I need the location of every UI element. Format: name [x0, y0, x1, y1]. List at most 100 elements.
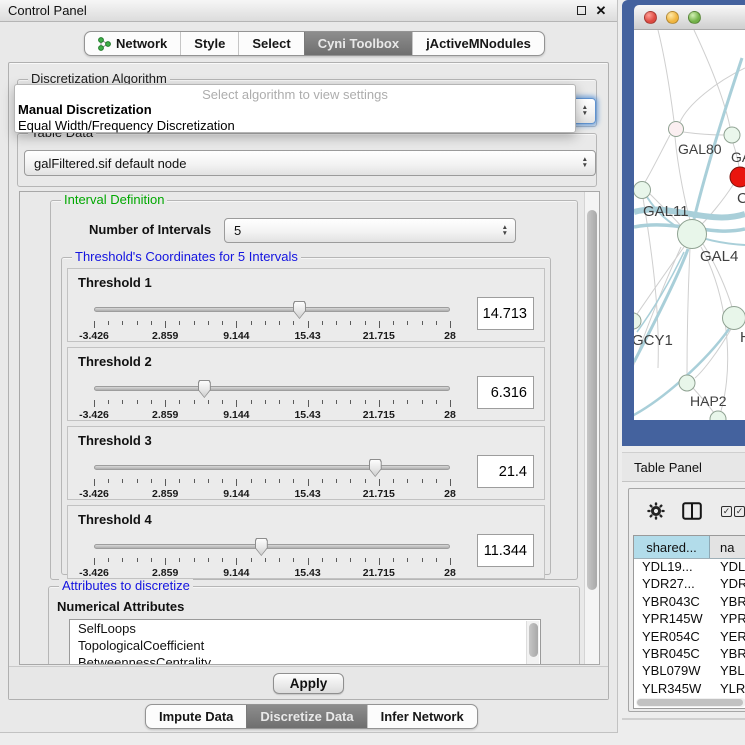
network-node-c[interactable] [730, 167, 745, 187]
settings-gear-icon[interactable] [647, 502, 665, 520]
slider-track[interactable] [94, 307, 450, 312]
mode-tab-discretize-data[interactable]: Discretize Data [246, 705, 366, 728]
checked-box-icon: ✓ [721, 506, 732, 517]
mode-tab-impute-data[interactable]: Impute Data [146, 705, 246, 728]
table-row[interactable]: YBL079WYBL07 [634, 663, 745, 680]
table-row[interactable]: YLR345WYLR34 [634, 681, 745, 698]
tick-label: 9.144 [223, 567, 249, 579]
attribute-list-item[interactable]: TopologicalCoefficient [70, 637, 540, 654]
cell-shared-name: YBL079W [634, 663, 710, 680]
tab-label: Cyni Toolbox [318, 36, 399, 51]
network-node-gal4[interactable] [678, 220, 707, 249]
tab-style[interactable]: Style [180, 32, 238, 55]
tab-select[interactable]: Select [238, 32, 303, 55]
network-edge [695, 329, 731, 378]
tab-cyni-toolbox[interactable]: Cyni Toolbox [304, 32, 412, 55]
attribute-list-item[interactable]: SelfLoops [70, 620, 540, 637]
threshold-value-field[interactable] [477, 297, 534, 330]
network-node-ga[interactable] [724, 127, 740, 143]
tab-jactivemnodules[interactable]: jActiveMNodules [412, 32, 544, 55]
tick-label: 21.715 [363, 409, 395, 421]
slider-tick-labels: -3.4262.8599.14415.4321.71528 [94, 488, 450, 500]
scrollbar-thumb[interactable] [529, 623, 538, 657]
mode-tab-infer-network[interactable]: Infer Network [367, 705, 477, 728]
interval-definition-title: Interval Definition [61, 193, 167, 207]
network-canvas[interactable]: GAL80GACGAL11GAL4GCY1HHAP2 [634, 30, 745, 420]
minimize-traffic-light-icon[interactable] [666, 11, 679, 24]
slider-ticks [94, 321, 450, 329]
table-row[interactable]: YER054CYER05 [634, 629, 745, 646]
node-attribute-table[interactable]: shared... na YDL19...YDL19YDR27...YDR27Y… [633, 535, 745, 709]
tick-label: -3.426 [79, 409, 109, 421]
network-node-hap2[interactable] [679, 375, 695, 391]
apply-button[interactable]: Apply [273, 673, 345, 694]
float-window-button[interactable] [573, 3, 589, 19]
threshold-slider[interactable]: -3.4262.8599.14415.4321.71528 [94, 538, 450, 578]
threshold-value-field[interactable] [477, 534, 534, 567]
threshold-value-field[interactable] [477, 376, 534, 409]
num-intervals-value: 5 [234, 223, 241, 238]
tab-label: Infer Network [381, 709, 464, 724]
table-row[interactable]: YPR145WYPR14 [634, 611, 745, 628]
node-label: GAL4 [700, 248, 738, 265]
num-intervals-combobox[interactable]: 5 ▲▼ [224, 218, 516, 243]
table-data-combobox[interactable]: galFiltered.sif default node ▲▼ [24, 150, 596, 176]
cell-name: YLR34 [710, 681, 745, 698]
threshold-slider[interactable]: -3.4262.8599.14415.4321.71528 [94, 301, 450, 341]
cyni-mode-tabs: Impute DataDiscretize Data Infer Network [145, 704, 478, 729]
column-visibility-icons[interactable]: ✓ ✓ [719, 506, 745, 517]
table-row[interactable]: YBR045CYBR04 [634, 646, 745, 663]
settings-vertical-scrollbar[interactable] [584, 192, 599, 664]
attribute-list-item[interactable]: BetweennessCentrality [70, 654, 540, 665]
network-icon [98, 37, 111, 51]
tick-label: 21.715 [363, 330, 395, 342]
table-rows: YDL19...YDL19YDR27...YDR27YBR043CYBR04YP… [634, 559, 745, 698]
slider-handle[interactable] [255, 538, 268, 556]
network-edge [701, 247, 728, 411]
network-node[interactable] [710, 411, 726, 420]
tick-label: 28 [444, 409, 456, 421]
scrollbar-thumb[interactable] [587, 210, 597, 590]
thresholds-group: Threshold's Coordinates for 5 Intervals … [61, 257, 551, 575]
table-row[interactable]: YDL19...YDL19 [634, 559, 745, 576]
threshold-value-field[interactable] [477, 455, 534, 488]
threshold-slider[interactable]: -3.4262.8599.14415.4321.71528 [94, 459, 450, 499]
node-label: GA [731, 149, 745, 165]
scrollbar-thumb[interactable] [637, 699, 743, 706]
column-header-name[interactable]: na [710, 536, 745, 558]
cell-name: YPR14 [710, 611, 745, 628]
slider-handle[interactable] [293, 301, 306, 319]
slider-track[interactable] [94, 386, 450, 391]
close-panel-button[interactable]: ✕ [593, 3, 609, 19]
slider-tick-labels: -3.4262.8599.14415.4321.71528 [94, 409, 450, 421]
network-node-gal80[interactable] [669, 122, 684, 137]
column-header-shared-name[interactable]: shared... [634, 536, 710, 558]
cyni-toolbox-pane: Discretization Algorithm ▲▼ Table Data g… [8, 62, 609, 700]
zoom-traffic-light-icon[interactable] [688, 11, 701, 24]
network-node-h[interactable] [723, 307, 745, 330]
threshold-slider[interactable]: -3.4262.8599.14415.4321.71528 [94, 380, 450, 420]
dropdown-option[interactable]: Equal Width/Frequency Discretization [15, 118, 575, 134]
tick-label: 21.715 [363, 488, 395, 500]
cell-shared-name: YER054C [634, 629, 710, 646]
close-traffic-light-icon[interactable] [644, 11, 657, 24]
node-label: GAL80 [678, 141, 722, 157]
table-row[interactable]: YBR043CYBR04 [634, 594, 745, 611]
slider-handle[interactable] [198, 380, 211, 398]
numerical-attributes-list[interactable]: SelfLoopsTopologicalCoefficientBetweenne… [69, 619, 541, 665]
tab-network[interactable]: Network [85, 32, 180, 55]
slider-track[interactable] [94, 544, 450, 549]
attributes-group: Attributes to discretize Numerical Attri… [48, 586, 580, 665]
cell-shared-name: YDL19... [634, 559, 710, 576]
slider-track[interactable] [94, 465, 450, 470]
split-panel-icon[interactable] [682, 502, 702, 520]
dropdown-option[interactable]: Manual Discretization [15, 102, 575, 118]
table-horizontal-scrollbar[interactable] [636, 698, 745, 707]
cell-name: YBR04 [710, 594, 745, 611]
network-node-gal11[interactable] [634, 182, 651, 199]
network-graph: GAL80GACGAL11GAL4GCY1HHAP2 [634, 30, 745, 420]
table-row[interactable]: YDR27...YDR27 [634, 576, 745, 593]
attributes-list-scrollbar[interactable] [526, 621, 539, 665]
slider-handle[interactable] [369, 459, 382, 477]
threshold-panel: Threshold 4 -3.4262.8599.14415.4321.7152… [67, 505, 545, 579]
